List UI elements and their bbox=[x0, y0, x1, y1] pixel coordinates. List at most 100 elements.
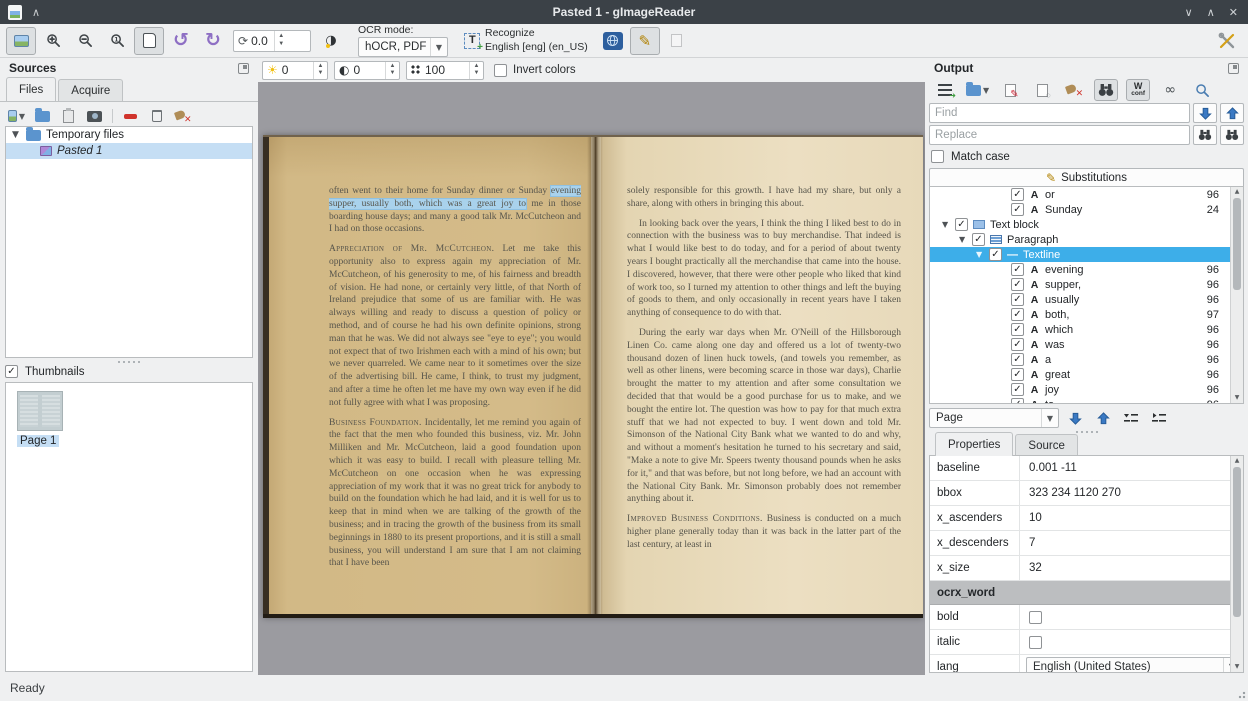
preview-button[interactable] bbox=[1030, 79, 1054, 101]
contrast-spinbox[interactable]: ◐ 0 ▲▼ bbox=[334, 61, 400, 80]
property-value[interactable]: 7 bbox=[1020, 537, 1243, 549]
tab-files[interactable]: Files bbox=[6, 77, 56, 101]
link-position-toggle[interactable]: ∞ bbox=[1158, 79, 1182, 101]
checkbox[interactable]: ✓ bbox=[1011, 278, 1024, 291]
word-confidence-toggle[interactable]: W conf bbox=[1126, 79, 1150, 101]
resolution-spinner[interactable]: ▲▼ bbox=[469, 62, 483, 79]
zoom-fit-button[interactable] bbox=[134, 27, 164, 55]
expander-icon[interactable]: ▼ bbox=[942, 220, 950, 229]
prev-item-button[interactable] bbox=[1091, 407, 1115, 429]
open-output-button[interactable]: ▼ bbox=[965, 79, 990, 101]
image-viewer-canvas[interactable]: often went to their home for Sunday dinn… bbox=[258, 82, 925, 675]
export-page-button[interactable] bbox=[662, 27, 692, 55]
tree-word-row[interactable]: ✓A usually96 bbox=[930, 292, 1243, 307]
tree-word-row[interactable]: ✓A supper,96 bbox=[930, 277, 1243, 292]
tree-word-row[interactable]: ✓A evening96 bbox=[930, 262, 1243, 277]
resize-grip[interactable] bbox=[1234, 687, 1246, 699]
clear-output-button[interactable] bbox=[1062, 79, 1086, 101]
expander-icon[interactable]: ▼ bbox=[12, 130, 21, 140]
match-case-checkbox[interactable] bbox=[931, 150, 944, 163]
substitutions-button[interactable]: ✎ Substitutions bbox=[929, 168, 1244, 188]
tab-acquire[interactable]: Acquire bbox=[58, 79, 123, 101]
italic-checkbox[interactable] bbox=[1029, 636, 1042, 649]
tree-scrollbar[interactable]: ▲▼ bbox=[1230, 187, 1243, 403]
lang-combo[interactable]: English (United States) ▼ bbox=[1026, 657, 1241, 673]
rotation-spinner[interactable]: ▲▼ bbox=[274, 31, 288, 51]
zoom-in-button[interactable] bbox=[38, 27, 68, 55]
zoom-to-selection-button[interactable] bbox=[1190, 79, 1214, 101]
tree-word-row[interactable]: ✓A which96 bbox=[930, 322, 1243, 337]
edit-pencil-button[interactable]: ✎ bbox=[630, 27, 660, 55]
tree-word-row[interactable]: ✓A was96 bbox=[930, 337, 1243, 352]
tree-word-row[interactable]: ✓A joy96 bbox=[930, 382, 1243, 397]
remove-source-button[interactable] bbox=[122, 109, 139, 124]
display-mode-combo[interactable]: Page ▼ bbox=[929, 408, 1059, 428]
image-controls-button[interactable] bbox=[6, 27, 36, 55]
find-input[interactable] bbox=[929, 103, 1190, 123]
checkbox[interactable]: ✓ bbox=[1011, 308, 1024, 321]
expander-icon[interactable]: ▼ bbox=[959, 235, 967, 244]
invert-colors-checkbox[interactable] bbox=[494, 64, 507, 77]
clear-sources-button[interactable] bbox=[174, 109, 191, 124]
property-value[interactable]: 0.001 -11 bbox=[1020, 462, 1243, 474]
settings-button[interactable] bbox=[1212, 27, 1242, 55]
expander-icon[interactable]: ▼ bbox=[976, 250, 984, 259]
tree-word-row[interactable]: ✓A to96 bbox=[930, 397, 1243, 404]
page-thumbnail[interactable] bbox=[17, 391, 63, 431]
checkbox[interactable]: ✓ bbox=[1011, 203, 1024, 216]
paste-button[interactable] bbox=[60, 109, 77, 124]
rotation-spinbox[interactable]: ⟳ 0.0 ▲▼ bbox=[233, 30, 311, 52]
add-folder-button[interactable] bbox=[34, 109, 51, 124]
bold-checkbox[interactable] bbox=[1029, 611, 1042, 624]
delete-source-button[interactable] bbox=[148, 109, 165, 124]
rotate-mode-button[interactable]: ◑ bbox=[316, 27, 346, 55]
property-value[interactable]: 10 bbox=[1020, 512, 1243, 524]
find-prev-button[interactable] bbox=[1220, 103, 1244, 123]
tree-textblock-row[interactable]: ▼ ✓ Text block bbox=[930, 217, 1243, 232]
tree-item-pasted-1[interactable]: Pasted 1 bbox=[6, 143, 252, 159]
checkbox[interactable]: ✓ bbox=[1011, 323, 1024, 336]
checkbox[interactable]: ✓ bbox=[955, 218, 968, 231]
tree-paragraph-row[interactable]: ▼ ✓ Paragraph bbox=[930, 232, 1243, 247]
checkbox[interactable]: ✓ bbox=[1011, 368, 1024, 381]
tab-properties[interactable]: Properties bbox=[935, 432, 1013, 456]
replace-input[interactable] bbox=[929, 125, 1190, 145]
tree-word-row[interactable]: ✓A a96 bbox=[930, 352, 1243, 367]
checkbox[interactable]: ✓ bbox=[1011, 293, 1024, 306]
save-output-button[interactable] bbox=[998, 79, 1022, 101]
manage-languages-button[interactable] bbox=[598, 27, 628, 55]
zoom-original-button[interactable]: 1 bbox=[102, 27, 132, 55]
rotate-left-button[interactable]: ↺ bbox=[166, 27, 196, 55]
checkbox[interactable]: ✓ bbox=[1011, 338, 1024, 351]
scanned-book-image[interactable]: often went to their home for Sunday dinn… bbox=[263, 135, 923, 618]
tree-item-temporary-files[interactable]: ▼ Temporary files bbox=[6, 127, 252, 143]
tree-word-row[interactable]: ✓A or96 bbox=[930, 187, 1243, 202]
screenshot-button[interactable] bbox=[86, 109, 103, 124]
tree-word-row[interactable]: ✓A great96 bbox=[930, 367, 1243, 382]
checkbox[interactable]: ✓ bbox=[1011, 188, 1024, 201]
checkbox[interactable]: ✓ bbox=[989, 248, 1002, 261]
property-value[interactable]: 323 234 1120 270 bbox=[1020, 487, 1243, 499]
export-output-button[interactable] bbox=[933, 79, 957, 101]
property-value[interactable]: 32 bbox=[1020, 562, 1243, 574]
tree-word-row[interactable]: ✓A both,97 bbox=[930, 307, 1243, 322]
resolution-spinbox[interactable]: 100 ▲▼ bbox=[406, 61, 484, 80]
replace-all-button[interactable] bbox=[1220, 125, 1244, 145]
tree-textline-row-selected[interactable]: ▼ ✓— Textline bbox=[930, 247, 1243, 262]
thumbnail-label[interactable]: Page 1 bbox=[17, 435, 59, 447]
maximize-button[interactable]: ∧ bbox=[1207, 6, 1215, 19]
checkbox[interactable]: ✓ bbox=[1011, 263, 1024, 276]
zoom-out-button[interactable] bbox=[70, 27, 100, 55]
checkbox[interactable]: ✓ bbox=[1011, 353, 1024, 366]
tab-source[interactable]: Source bbox=[1015, 434, 1077, 456]
ocr-mode-combo[interactable]: hOCR, PDF ▼ bbox=[358, 37, 448, 57]
expand-all-button[interactable] bbox=[1147, 407, 1171, 429]
rotate-right-button[interactable]: ↻ bbox=[198, 27, 228, 55]
find-replace-toggle[interactable] bbox=[1094, 79, 1118, 101]
detach-output-icon[interactable] bbox=[1228, 63, 1239, 74]
checkbox[interactable]: ✓ bbox=[1011, 398, 1024, 404]
recognize-button[interactable]: T + Recognize English [eng] (en_US) bbox=[456, 27, 596, 55]
minimize-button[interactable]: ∨ bbox=[1185, 6, 1193, 19]
brightness-spinner[interactable]: ▲▼ bbox=[313, 62, 327, 79]
replace-button[interactable] bbox=[1193, 125, 1217, 145]
